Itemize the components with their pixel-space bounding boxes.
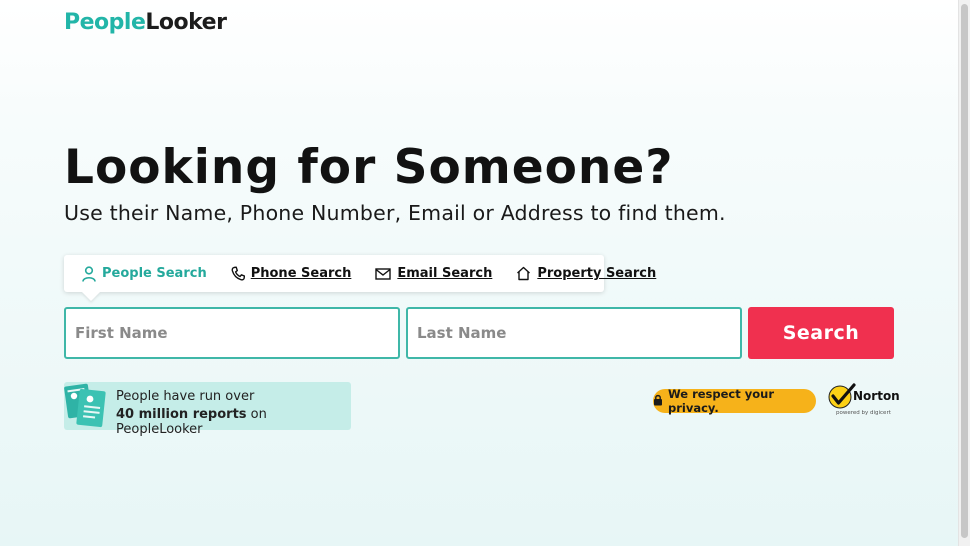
search-button[interactable]: Search bbox=[748, 307, 894, 359]
page-subtitle: Use their Name, Phone Number, Email or A… bbox=[64, 201, 726, 225]
search-type-tabs: People Search Phone Search Email Search … bbox=[64, 255, 656, 301]
logo-part-looker: Looker bbox=[145, 10, 227, 35]
lock-icon bbox=[653, 394, 663, 409]
page-scrollbar[interactable] bbox=[958, 0, 970, 546]
person-icon bbox=[82, 265, 96, 282]
logo-part-people: People bbox=[64, 10, 146, 35]
tab-phone-search[interactable]: Phone Search bbox=[219, 263, 364, 285]
tab-label: People Search bbox=[102, 266, 207, 281]
last-name-input[interactable] bbox=[406, 307, 742, 359]
active-tab-pointer bbox=[82, 292, 100, 301]
tab-property-search[interactable]: Property Search bbox=[504, 263, 668, 285]
reports-line-1: People have run over bbox=[116, 389, 255, 404]
tab-label: Phone Search bbox=[250, 266, 352, 281]
peoplelooker-logo[interactable]: People Looker bbox=[64, 10, 227, 35]
house-icon bbox=[516, 266, 531, 281]
reports-line-2: 40 million reports on PeopleLooker bbox=[116, 407, 351, 437]
reports-count-banner: People have run over 40 million reports … bbox=[64, 382, 351, 437]
norton-name: Norton bbox=[853, 389, 900, 403]
reports-documents-icon bbox=[64, 382, 114, 436]
privacy-text: We respect your privacy. bbox=[668, 387, 774, 415]
scrollbar-thumb[interactable] bbox=[961, 4, 968, 538]
phone-icon bbox=[231, 266, 245, 281]
reports-count: 40 million reports bbox=[116, 407, 247, 422]
page-title: Looking for Someone? bbox=[64, 140, 674, 195]
norton-powered-by: powered by digicert bbox=[836, 410, 891, 416]
norton-seal[interactable]: Norton powered by digicert bbox=[827, 383, 900, 419]
tab-people-search[interactable]: People Search bbox=[64, 263, 219, 285]
tab-label: Property Search bbox=[537, 266, 657, 281]
envelope-icon bbox=[375, 267, 392, 280]
tab-email-search[interactable]: Email Search bbox=[363, 263, 504, 285]
first-name-input[interactable] bbox=[64, 307, 400, 359]
tab-label: Email Search bbox=[397, 266, 493, 281]
privacy-badge: We respect your privacy. bbox=[653, 387, 816, 415]
